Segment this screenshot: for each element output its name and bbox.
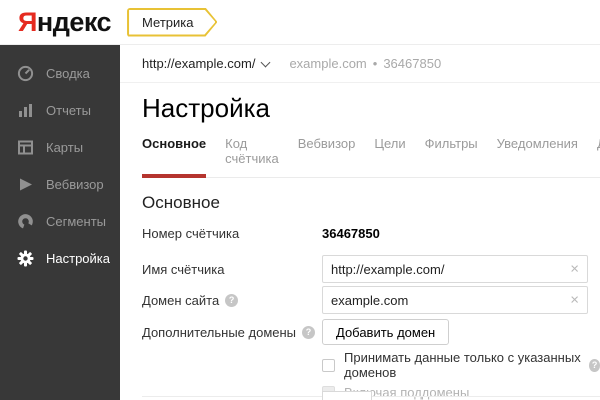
add-domain-button[interactable]: Добавить домен <box>322 319 450 345</box>
site-domain-label-text: Домен сайта <box>142 292 220 308</box>
additional-domains-label-text: Дополнительные домены <box>142 324 297 340</box>
page-title: Настройка <box>142 93 270 123</box>
site-domain-input[interactable] <box>322 286 588 314</box>
metrica-badge-label: Метрика <box>129 10 215 35</box>
counter-selector[interactable]: http://example.com/ <box>142 56 271 71</box>
sidebar-item-label: Отчеты <box>46 103 91 118</box>
site-domain-label: Домен сайта ? <box>142 293 322 308</box>
segments-icon <box>17 213 34 230</box>
accept-only-listed-label-text: Принимать данные только с указанных доме… <box>344 350 581 380</box>
sidebar-item-label: Сводка <box>46 66 90 81</box>
counter-domain: example.com <box>289 56 367 71</box>
next-row-partial-control <box>322 391 372 400</box>
main-area: http://example.com/ example.com • 36467850… <box>120 45 600 400</box>
settings-content: Настройка Основное Код счётчика Вебвизор… <box>120 83 600 400</box>
sidebar-item-settings[interactable]: Настройка <box>0 240 120 277</box>
reports-icon <box>17 102 34 119</box>
accept-only-listed-label: Принимать данные только с указанных доме… <box>344 350 600 380</box>
counter-number-label: Номер счётчика <box>142 226 240 241</box>
help-icon[interactable]: ? <box>589 358 600 372</box>
sidebar: Сводка Отчеты Карты Вебвизор Сегменты На… <box>0 45 120 400</box>
row-site-domain: Домен сайта ? × <box>142 286 600 314</box>
yandex-logo[interactable]: Яндекс <box>18 6 112 38</box>
counter-name-input[interactable] <box>322 255 588 283</box>
tab-goals[interactable]: Цели <box>374 136 405 177</box>
sidebar-item-label: Настройка <box>46 251 110 266</box>
tab-filters[interactable]: Фильтры <box>425 136 478 177</box>
row-counter-name: Имя счётчика × <box>142 255 600 283</box>
sidebar-item-maps[interactable]: Карты <box>0 129 120 166</box>
sidebar-item-label: Карты <box>46 140 84 155</box>
sidebar-item-webvisor[interactable]: Вебвизор <box>0 166 120 203</box>
counter-bar: http://example.com/ example.com • 36467850 <box>120 45 600 83</box>
sidebar-item-segments[interactable]: Сегменты <box>0 203 120 240</box>
clear-icon[interactable]: × <box>570 261 579 278</box>
accept-only-listed-checkbox[interactable] <box>322 358 335 372</box>
tab-webvisor[interactable]: Вебвизор <box>298 136 356 177</box>
sidebar-item-label: Сегменты <box>46 214 107 229</box>
sidebar-item-reports[interactable]: Отчеты <box>0 92 120 129</box>
sidebar-item-label: Вебвизор <box>46 177 104 192</box>
settings-icon <box>17 250 34 267</box>
counter-selector-label: http://example.com/ <box>142 56 256 71</box>
dashboard-icon <box>17 65 34 82</box>
section-title: Основное <box>142 193 220 212</box>
maps-icon <box>17 139 34 156</box>
row-accept-only-listed: Принимать данные только с указанных доме… <box>322 350 600 380</box>
logo-rest: ндекс <box>36 6 112 37</box>
help-icon[interactable]: ? <box>302 325 316 339</box>
sidebar-item-summary[interactable]: Сводка <box>0 55 120 92</box>
tabs-bar: Основное Код счётчика Вебвизор Цели Филь… <box>142 136 600 178</box>
clear-icon[interactable]: × <box>570 292 579 309</box>
metrica-badge[interactable]: Метрика <box>127 8 217 37</box>
counter-id: 36467850 <box>383 56 442 71</box>
chevron-down-icon <box>261 57 271 67</box>
counter-number-value: 36467850 <box>322 226 380 241</box>
tab-counter-code[interactable]: Код счётчика <box>225 136 279 177</box>
counter-name-label: Имя счётчика <box>142 261 225 277</box>
tab-notifications[interactable]: Уведомления <box>497 136 578 177</box>
dot-separator: • <box>372 56 378 71</box>
app-header: Яндекс Метрика <box>0 0 600 45</box>
row-counter-number: Номер счётчика 36467850 <box>142 226 600 241</box>
help-icon[interactable]: ? <box>225 293 239 307</box>
additional-domains-label: Дополнительные домены ? <box>142 325 322 340</box>
tab-general[interactable]: Основное <box>142 136 207 178</box>
logo-letter-ya: Я <box>18 6 37 37</box>
counter-meta: example.com • 36467850 <box>289 56 441 71</box>
row-additional-domains: Дополнительные домены ? Добавить домен <box>142 319 600 345</box>
webvisor-icon <box>17 176 34 193</box>
